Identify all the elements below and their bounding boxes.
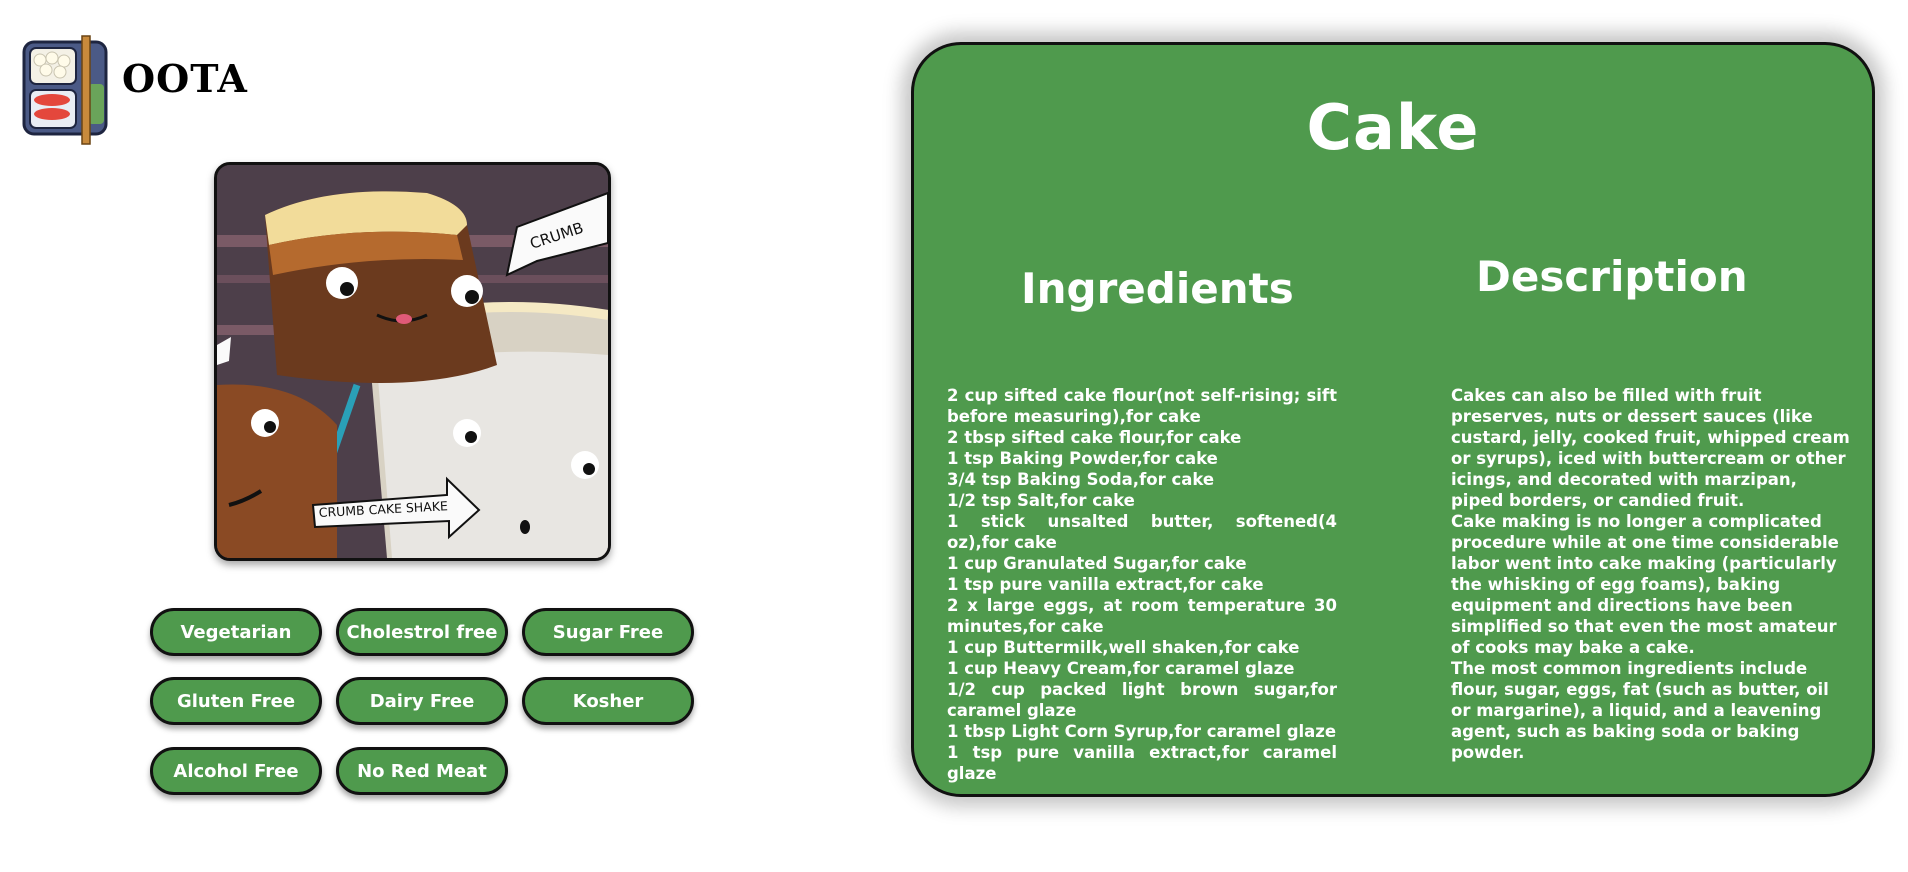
tag-sugar-free[interactable]: Sugar Free xyxy=(522,608,694,656)
recipe-card: Cake Ingredients Description 2 cup sifte… xyxy=(911,42,1875,797)
tag-kosher[interactable]: Kosher xyxy=(522,677,694,725)
ingredient-item: 3/4 tsp Baking Soda,for cake xyxy=(947,470,1215,489)
tag-vegetarian[interactable]: Vegetarian xyxy=(150,608,322,656)
description-paragraph: Cake making is no longer a complicated p… xyxy=(1451,512,1839,657)
tag-dairy-free[interactable]: Dairy Free xyxy=(336,677,508,725)
recipe-photo: CRUMB CRUMB CAKE SHAKE xyxy=(214,162,611,561)
description-paragraph: Cakes can also be filled with fruit pres… xyxy=(1451,386,1850,510)
ingredient-item: 2 tbsp sifted cake flour,for cake xyxy=(947,428,1242,447)
ingredient-item: 1 tsp Baking Powder,for cake xyxy=(947,449,1218,468)
tag-alcohol-free[interactable]: Alcohol Free xyxy=(150,747,322,795)
tag-cholestrol-free[interactable]: Cholestrol free xyxy=(336,608,508,656)
ingredients-list: 2 cup sifted cake flour(not self-rising;… xyxy=(947,385,1337,784)
ingredient-item: 1 cup Heavy Cream,for caramel glaze xyxy=(947,659,1295,678)
description-text: Cakes can also be filled with fruit pres… xyxy=(1451,385,1851,763)
ingredient-item: 1 tsp pure vanilla extract,for caramel g… xyxy=(947,743,1337,783)
ingredient-item: 2 cup sifted cake flour(not self-rising;… xyxy=(947,386,1337,426)
brand-name[interactable]: OOTA xyxy=(122,56,248,101)
ingredients-heading: Ingredients xyxy=(1021,264,1294,313)
ingredient-item: 1 tbsp Light Corn Syrup,for caramel glaz… xyxy=(947,722,1337,741)
ingredient-item: 1 cup Buttermilk,well shaken,for cake xyxy=(947,638,1300,657)
tag-no-red-meat[interactable]: No Red Meat xyxy=(336,747,508,795)
ingredient-item: 2 x large eggs, at room temperature 30 m… xyxy=(947,596,1337,636)
description-heading: Description xyxy=(1476,252,1748,301)
ingredient-item: 1/2 cup packed light brown sugar,for car… xyxy=(947,680,1337,720)
ingredient-item: 1/2 tsp Salt,for cake xyxy=(947,491,1135,510)
bento-box-icon[interactable] xyxy=(22,34,108,146)
description-paragraph: The most common ingredients include flou… xyxy=(1451,659,1829,762)
ingredient-item: 1 stick unsalted butter, softened(4 oz),… xyxy=(947,512,1337,552)
ingredient-item: 1 cup Granulated Sugar,for cake xyxy=(947,554,1247,573)
recipe-title: Cake xyxy=(1306,91,1480,164)
ingredient-item: 1 tsp pure vanilla extract,for cake xyxy=(947,575,1264,594)
tag-gluten-free[interactable]: Gluten Free xyxy=(150,677,322,725)
